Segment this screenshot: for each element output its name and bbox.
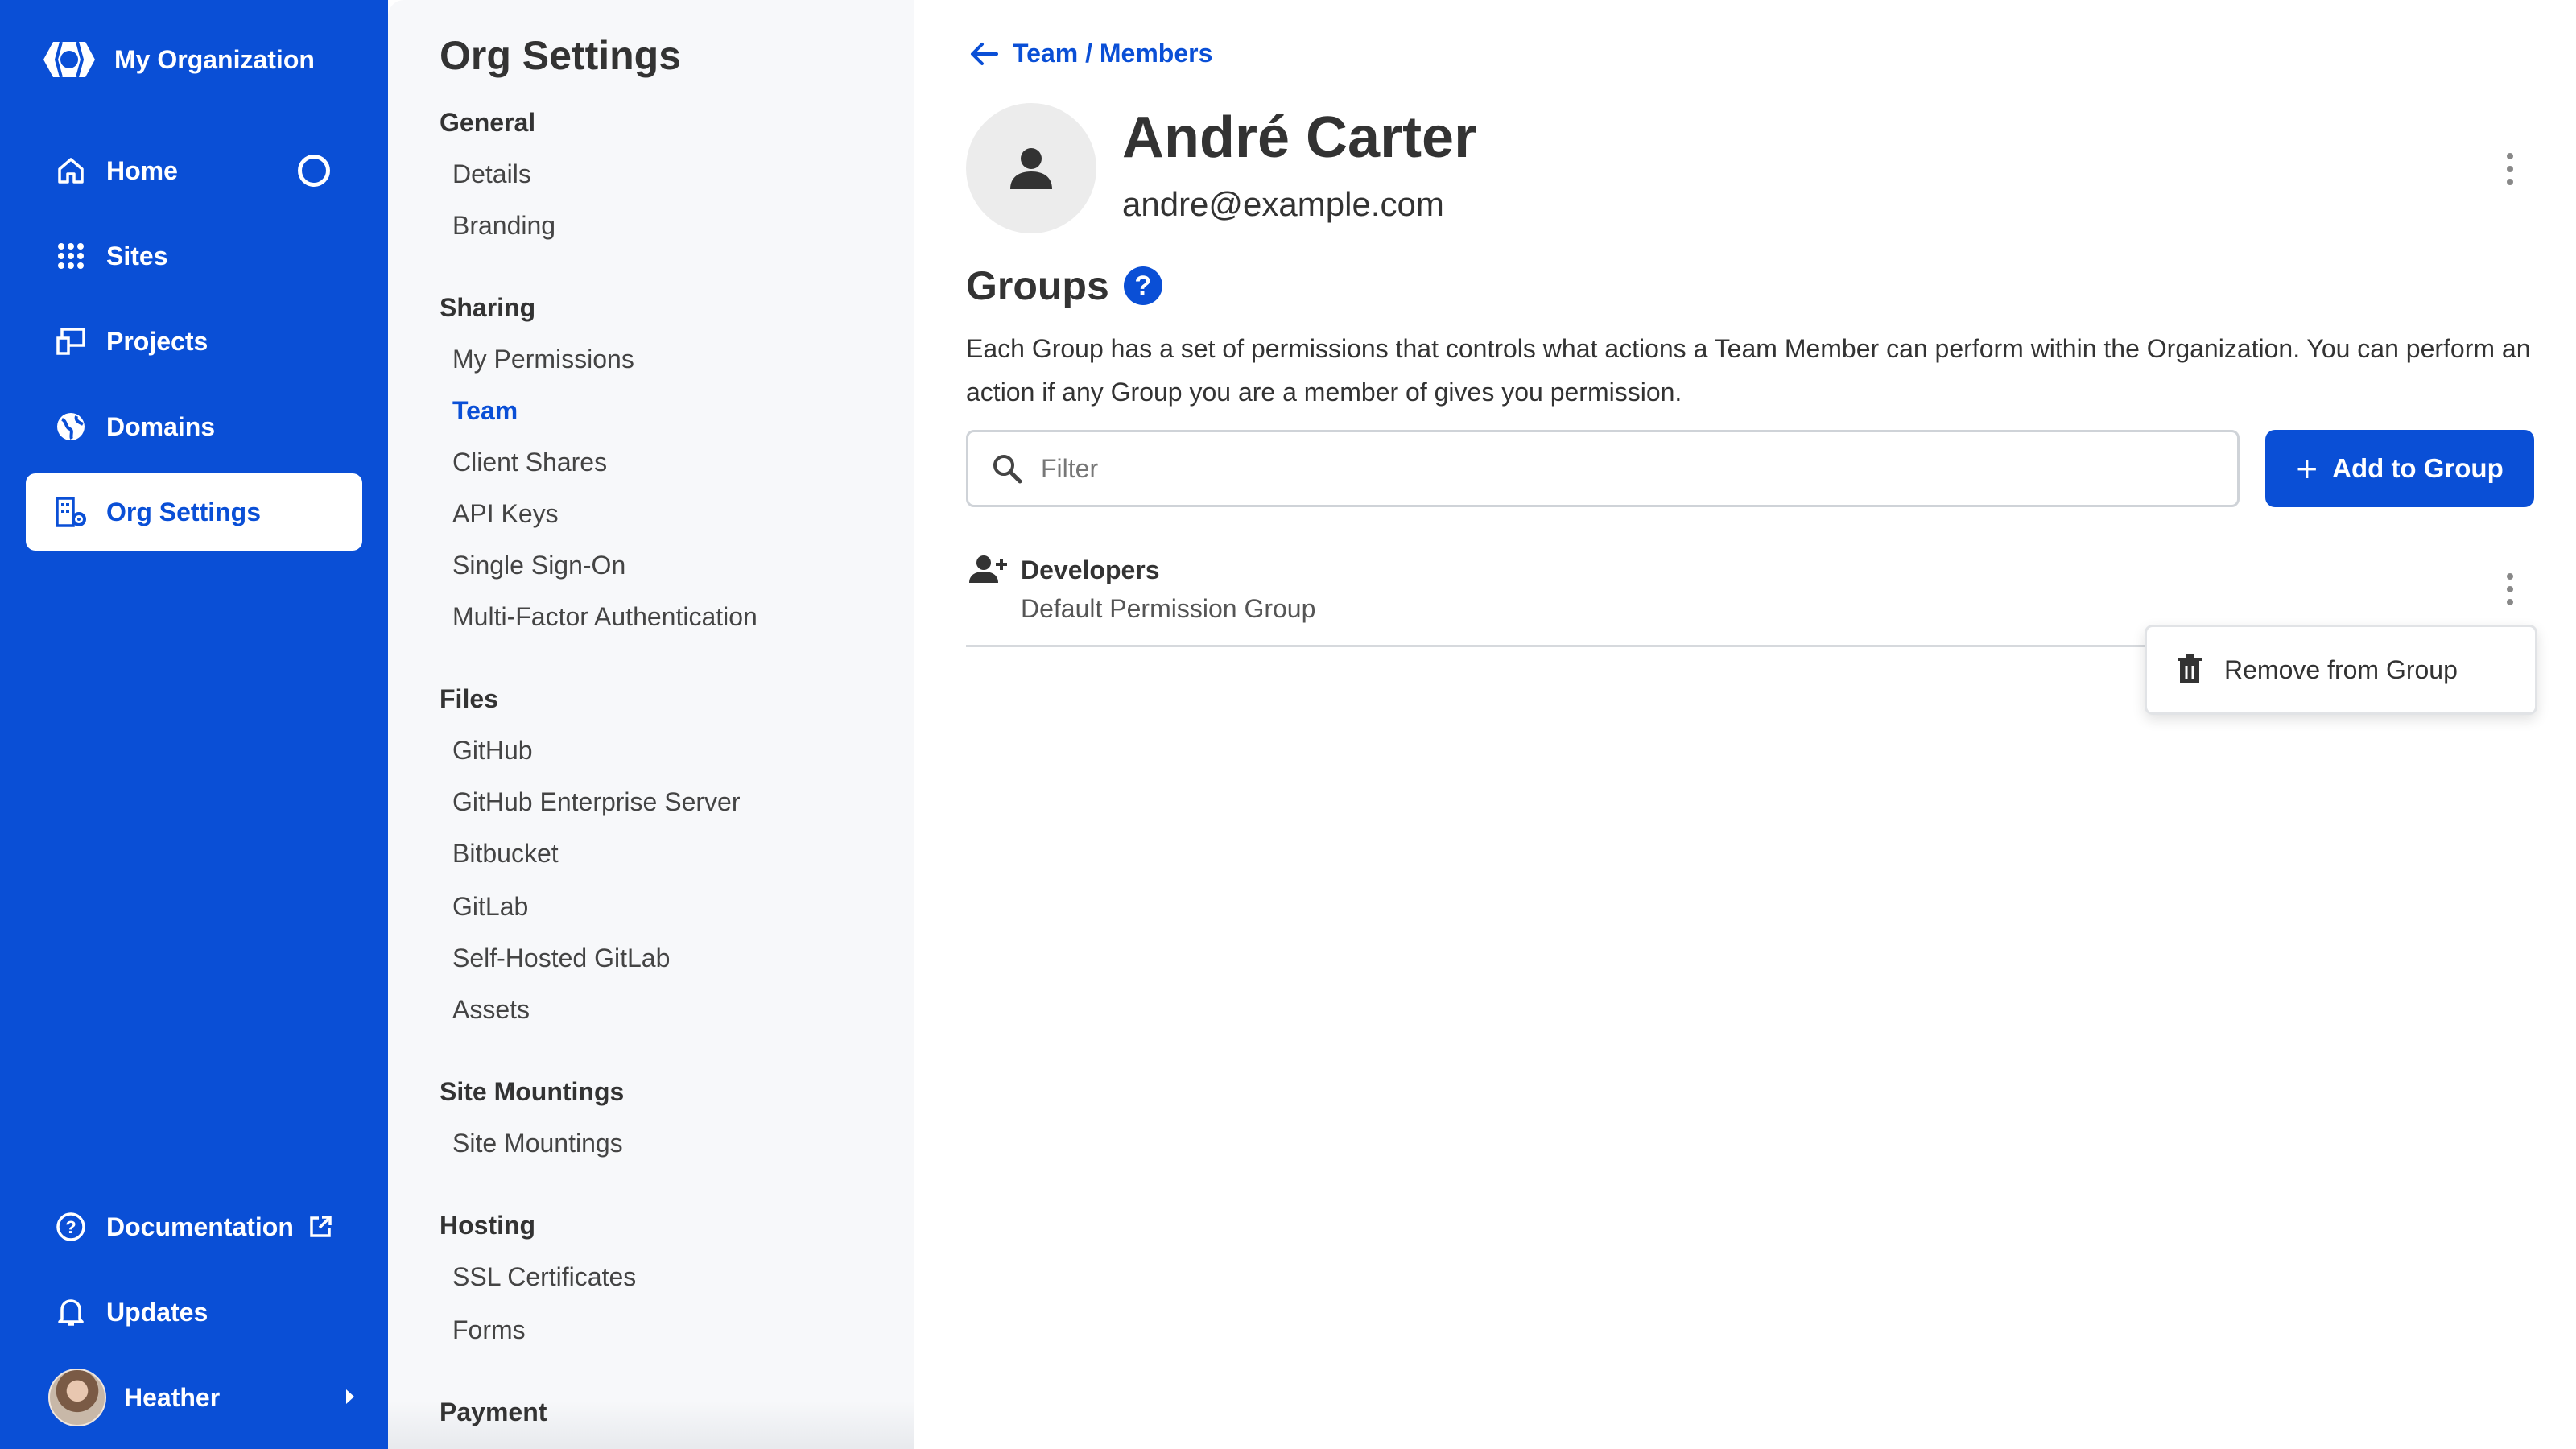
nav-item-projects[interactable]: Projects [26, 303, 362, 380]
settings-item-github-enterprise[interactable]: GitHub Enterprise Server [452, 787, 740, 817]
help-circle-icon: ? [55, 1211, 87, 1243]
nav-item-label: Org Settings [106, 497, 262, 526]
settings-item-assets[interactable]: Assets [452, 995, 530, 1025]
filter-field[interactable] [966, 430, 2240, 507]
secondary-nav: ? Documentation Updates [26, 1188, 362, 1359]
section-heading-general: General [440, 108, 536, 137]
home-icon [55, 155, 87, 187]
org-settings-icon [55, 496, 87, 528]
nav-item-home[interactable]: Home [26, 132, 362, 209]
search-icon [993, 455, 1022, 484]
filter-input[interactable] [1041, 453, 2168, 484]
remove-from-group-label: Remove from Group [2224, 654, 2458, 684]
org-logo-icon [42, 37, 97, 82]
caret-right-icon [346, 1389, 354, 1404]
groups-description: Each Group has a set of permissions that… [966, 334, 2531, 407]
primary-sidebar: My Organization Home Sites Projects Doma… [0, 0, 388, 1449]
settings-item-ssl-certificates[interactable]: SSL Certificates [452, 1262, 636, 1292]
projects-icon [55, 325, 87, 357]
member-email: andre@example.com [1122, 185, 1444, 223]
org-switcher[interactable]: My Organization [42, 35, 315, 84]
add-to-group-label: Add to Group [2332, 453, 2504, 483]
settings-item-client-shares[interactable]: Client Shares [452, 448, 607, 477]
group-subtitle: Default Permission Group [1021, 594, 1316, 623]
remove-from-group-menu-item[interactable]: Remove from Group [2176, 654, 2458, 685]
settings-item-self-hosted-gitlab[interactable]: Self-Hosted GitLab [452, 943, 670, 973]
user-name: Heather [124, 1382, 221, 1412]
person-add-icon [969, 554, 1008, 590]
settings-item-gitlab[interactable]: GitLab [452, 892, 528, 922]
section-heading-sharing: Sharing [440, 293, 536, 322]
avatar [48, 1368, 106, 1426]
primary-nav: Home Sites Projects Domains Org Settings [26, 132, 362, 559]
add-to-group-button[interactable]: + Add to Group [2265, 430, 2534, 507]
nav-item-documentation[interactable]: ? Documentation [26, 1188, 362, 1265]
user-menu[interactable]: Heather [48, 1367, 354, 1428]
nav-item-label: Sites [106, 241, 168, 270]
group-context-menu: Remove from Group [2145, 625, 2537, 715]
settings-item-github[interactable]: GitHub [452, 736, 533, 766]
breadcrumb[interactable]: Team / Members [969, 39, 1212, 68]
group-name: Developers [1021, 555, 1160, 584]
section-heading-hosting: Hosting [440, 1211, 536, 1240]
person-icon [1010, 148, 1052, 189]
external-link-icon [308, 1215, 332, 1239]
settings-item-site-mountings[interactable]: Site Mountings [452, 1129, 623, 1158]
settings-title: Org Settings [440, 33, 682, 78]
settings-item-mfa[interactable]: Multi-Factor Authentication [452, 602, 758, 632]
nav-item-domains[interactable]: Domains [26, 388, 362, 465]
nav-item-label: Home [106, 155, 178, 185]
settings-item-forms[interactable]: Forms [452, 1315, 526, 1345]
nav-item-label: Documentation [106, 1212, 294, 1241]
org-name: My Organization [114, 44, 315, 74]
plus-icon: + [2296, 448, 2318, 489]
trash-icon [2178, 654, 2202, 683]
section-heading-site-mountings: Site Mountings [440, 1077, 625, 1106]
groups-heading: Groups ? [966, 262, 1162, 309]
nav-item-label: Projects [106, 326, 208, 356]
group-more-options-icon[interactable] [2500, 573, 2520, 605]
svg-text:?: ? [65, 1217, 76, 1237]
nav-item-org-settings[interactable]: Org Settings [26, 473, 362, 551]
member-more-options-icon[interactable] [2500, 153, 2520, 185]
globe-icon [55, 411, 87, 443]
settings-item-my-permissions[interactable]: My Permissions [452, 345, 634, 374]
settings-item-single-sign-on[interactable]: Single Sign-On [452, 551, 625, 580]
arrow-left-icon [971, 42, 998, 65]
member-avatar [966, 103, 1096, 233]
settings-item-details[interactable]: Details [452, 159, 531, 189]
breadcrumb-label: Team / Members [1013, 39, 1213, 68]
settings-item-branding[interactable]: Branding [452, 211, 555, 241]
settings-item-api-keys[interactable]: API Keys [452, 499, 559, 529]
nav-item-label: Domains [106, 411, 216, 441]
help-icon[interactable]: ? [1123, 266, 1162, 305]
nav-item-updates[interactable]: Updates [26, 1274, 362, 1351]
loading-ring-icon [298, 155, 330, 187]
bell-icon [55, 1296, 87, 1328]
groups-title: Groups [966, 263, 1109, 308]
grid-icon [55, 240, 87, 272]
nav-item-sites[interactable]: Sites [26, 217, 362, 295]
main-content: Team / Members André Carter andre@exampl… [914, 0, 2576, 1449]
section-heading-files: Files [440, 684, 498, 713]
settings-item-team[interactable]: Team [452, 396, 518, 426]
settings-item-bitbucket[interactable]: Bitbucket [452, 839, 559, 869]
section-heading-payment: Payment [440, 1397, 547, 1426]
member-name: André Carter [1122, 105, 1477, 170]
settings-nav: Org Settings General Details Branding Sh… [388, 0, 914, 1449]
nav-item-label: Updates [106, 1297, 208, 1327]
